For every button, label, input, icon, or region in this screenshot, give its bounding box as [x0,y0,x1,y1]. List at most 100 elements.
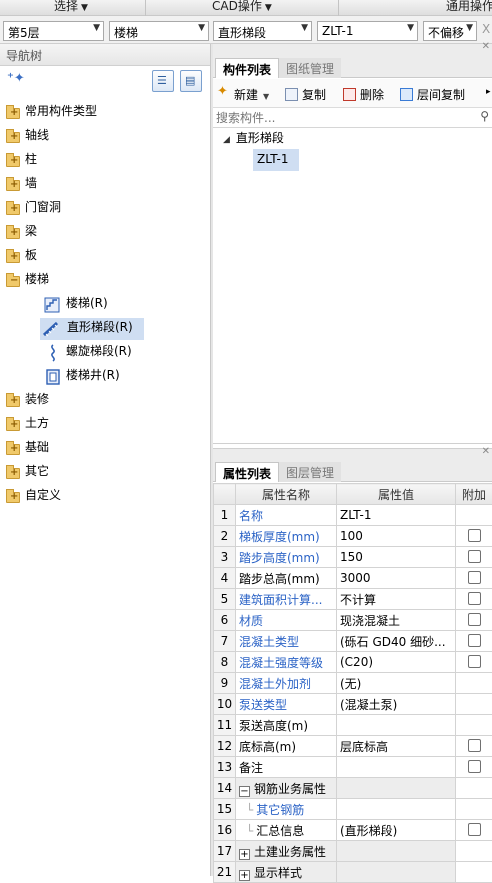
offset-select[interactable]: 不偏移▼ [423,21,477,41]
nav-item-straight-flight[interactable]: 直形梯段(R) [40,318,144,340]
close-icon[interactable]: X [482,22,490,36]
floor-copy-button[interactable]: 层间复制 [400,86,465,103]
detail-view-button[interactable]: ▤ [180,70,202,92]
type-select[interactable]: 直形梯段▼ [213,21,312,41]
general-operations-menu[interactable]: 通用操作 [446,0,492,14]
list-view-button[interactable]: ☰ [152,70,174,92]
tab-drawing-management[interactable]: 图纸管理 [279,58,341,78]
nav-item-stair-r[interactable]: 楼梯(R) [44,294,108,316]
nav-item-axis[interactable]: +轴线 [6,126,49,148]
chevron-right-icon[interactable]: ▸ [486,87,491,97]
property-value-cell[interactable]: 不计算 [337,589,456,610]
property-value-cell[interactable]: (C20) [337,652,456,673]
copy-button[interactable]: 复制 [285,86,326,103]
property-value-cell[interactable]: (混凝土泵) [337,694,456,715]
nav-item-slab[interactable]: +板 [6,246,37,268]
nav-item-spiral-flight[interactable]: 螺旋梯段(R) [44,342,132,364]
expand-icon[interactable]: + [239,849,250,860]
group-row-rebar[interactable]: 14 −钢筋业务属性 [214,778,492,799]
property-name-cell: 材质 [236,610,337,631]
component-select[interactable]: ZLT-1▼ [317,21,418,41]
property-row[interactable]: 1名称ZLT-1 [214,505,492,526]
nav-item-common-types[interactable]: +常用构件类型 [6,102,97,124]
row-number-header [214,484,236,505]
add-checkbox[interactable] [468,529,481,542]
property-row[interactable]: 13备注 [214,757,492,778]
cad-operations-menu[interactable]: CAD操作▼ [212,0,272,14]
nav-item-column[interactable]: +柱 [6,150,37,172]
chevron-down-icon: ▼ [265,3,272,13]
nav-item-decoration[interactable]: +装修 [6,390,49,412]
nav-item-earthwork[interactable]: +土方 [6,414,49,436]
property-value-cell[interactable] [337,757,456,778]
component-tree: ◢直形梯段 ZLT-1 [213,128,492,444]
nav-item-beam[interactable]: +梁 [6,222,37,244]
close-icon[interactable]: ✕ [482,446,490,457]
property-value-cell[interactable]: (无) [337,673,456,694]
nav-item-wall[interactable]: +墙 [6,174,37,196]
add-icon[interactable]: ⁺✦ [7,71,25,86]
add-checkbox[interactable] [468,823,481,836]
property-row[interactable]: 3踏步高度(mm)150 [214,547,492,568]
search-input[interactable] [213,108,475,127]
property-name-cell: 泵送高度(m) [236,715,337,736]
property-value-cell[interactable]: ZLT-1 [337,505,456,526]
property-row[interactable]: 16└汇总信息(直形梯段) [214,820,492,841]
property-value-cell[interactable] [337,715,456,736]
tab-property-list[interactable]: 属性列表 [215,462,279,482]
property-row[interactable]: 11泵送高度(m) [214,715,492,736]
nav-item-foundation[interactable]: +基础 [6,438,49,460]
property-row[interactable]: 9混凝土外加剂(无) [214,673,492,694]
add-checkbox[interactable] [468,613,481,626]
property-name-cell: 踏步高度(mm) [236,547,337,568]
add-checkbox[interactable] [468,760,481,773]
tab-layer-management[interactable]: 图层管理 [279,462,341,482]
property-value-cell[interactable]: 100 [337,526,456,547]
close-icon[interactable]: ✕ [482,41,490,52]
property-name-cell: 底标高(m) [236,736,337,757]
property-value-cell[interactable]: 现浇混凝土 [337,610,456,631]
floor-select[interactable]: 第5层▼ [3,21,104,41]
property-row[interactable]: 8混凝土强度等级(C20) [214,652,492,673]
category-select[interactable]: 楼梯▼ [109,21,209,41]
property-row[interactable]: 7混凝土类型(砾石 GD40 细砂... [214,631,492,652]
property-row[interactable]: 15└其它钢筋 [214,799,492,820]
component-item-zlt1[interactable]: ZLT-1 [253,149,299,171]
add-checkbox[interactable] [468,550,481,563]
add-checkbox[interactable] [468,571,481,584]
property-value-cell[interactable]: 3000 [337,568,456,589]
property-value-cell[interactable]: (直形梯段) [337,820,456,841]
new-button[interactable]: ✦新建▼ [217,86,269,103]
property-name-cell: └汇总信息 [236,820,337,841]
nav-item-door-window[interactable]: +门窗洞 [6,198,61,220]
add-checkbox[interactable] [468,655,481,668]
property-value-cell[interactable] [337,799,456,820]
delete-button[interactable]: 删除 [343,86,384,103]
property-name-cell: 建筑面积计算... [236,589,337,610]
search-icon[interactable]: ⚲ [480,109,489,123]
group-row-civil[interactable]: 17 +土建业务属性 [214,841,492,862]
property-name: 梯板厚度(mm) [239,530,320,544]
tab-component-list[interactable]: 构件列表 [215,58,279,78]
expand-icon[interactable]: + [239,870,250,881]
add-checkbox[interactable] [468,592,481,605]
nav-item-custom[interactable]: +自定义 [6,486,61,508]
nav-item-other[interactable]: +其它 [6,462,49,484]
property-value-cell[interactable]: 150 [337,547,456,568]
property-row[interactable]: 2梯板厚度(mm)100 [214,526,492,547]
select-menu[interactable]: 选择▼ [54,0,88,14]
nav-item-stair[interactable]: −楼梯 [6,270,49,292]
group-row-display[interactable]: 21 +显示样式 [214,862,492,883]
property-row[interactable]: 6材质现浇混凝土 [214,610,492,631]
add-checkbox[interactable] [468,634,481,647]
property-value-cell[interactable]: 层底标高 [337,736,456,757]
component-group-straight-flight[interactable]: ◢直形梯段 [223,129,284,151]
property-row[interactable]: 12底标高(m)层底标高 [214,736,492,757]
add-checkbox[interactable] [468,739,481,752]
nav-item-stairwell[interactable]: 楼梯井(R) [44,366,120,388]
property-row[interactable]: 4踏步总高(mm)3000 [214,568,492,589]
property-row[interactable]: 10泵送类型(混凝土泵) [214,694,492,715]
property-row[interactable]: 5建筑面积计算...不计算 [214,589,492,610]
collapse-icon[interactable]: − [239,786,250,797]
property-value-cell[interactable]: (砾石 GD40 细砂... [337,631,456,652]
